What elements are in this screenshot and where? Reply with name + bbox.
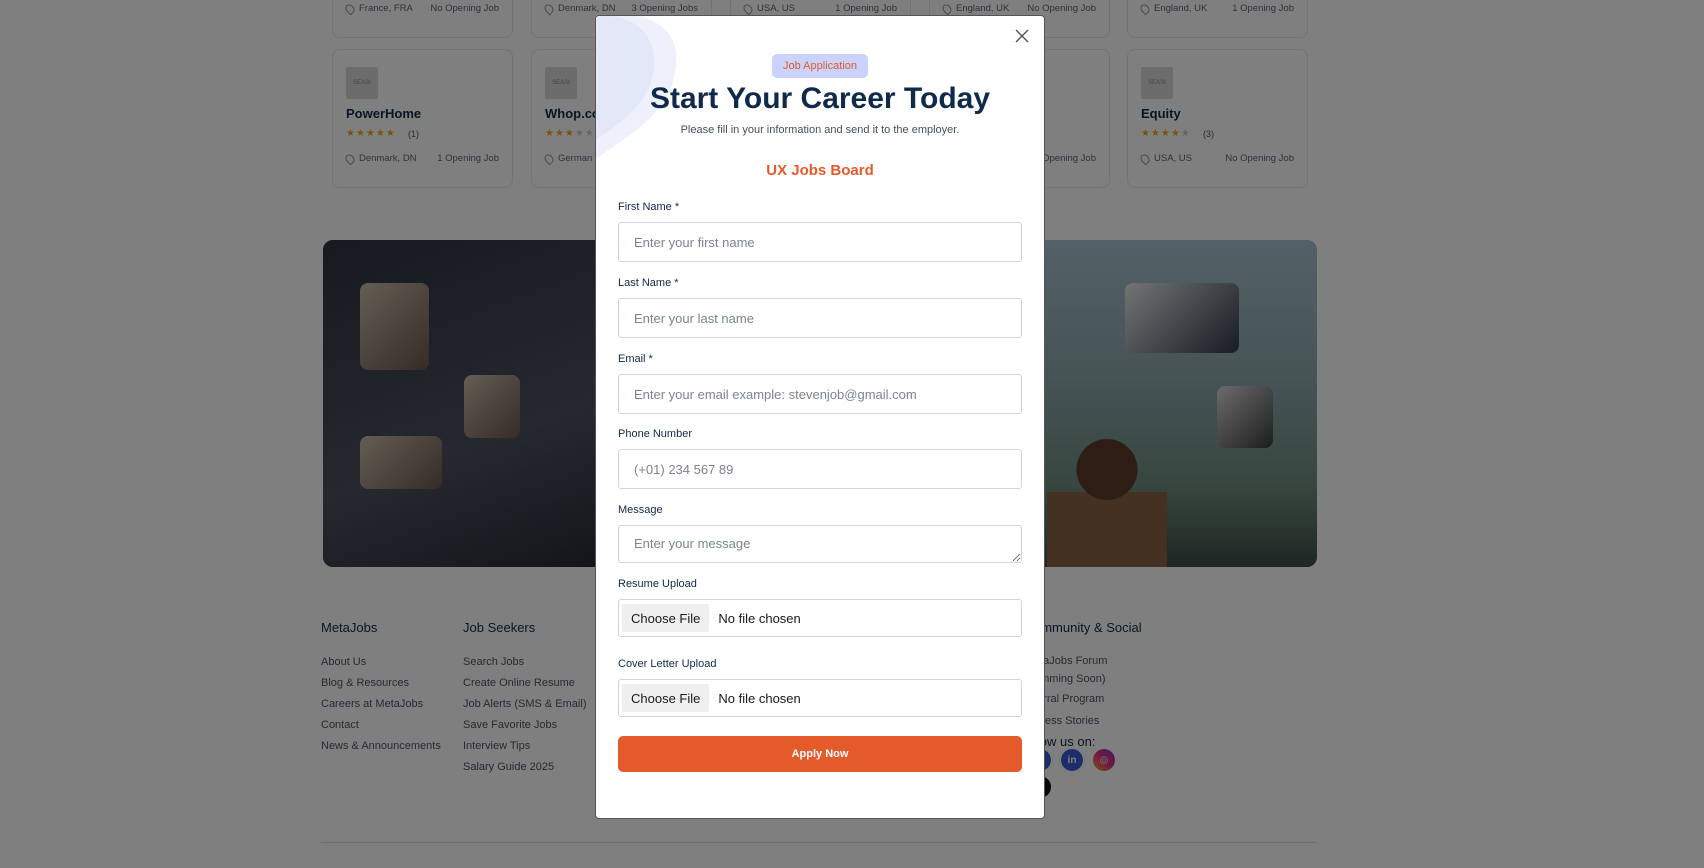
last-name-input[interactable]	[618, 298, 1022, 338]
close-button[interactable]	[1010, 24, 1034, 48]
phone-label: Phone Number	[618, 428, 692, 440]
email-input[interactable]	[618, 374, 1022, 414]
first-name-input[interactable]	[618, 222, 1022, 262]
resume-upload-label: Resume Upload	[618, 578, 697, 590]
message-label: Message	[618, 504, 663, 516]
modal-subtitle: Please fill in your information and send…	[680, 124, 960, 136]
resume-upload-input[interactable]: Choose File No file chosen	[618, 599, 1022, 637]
cover-letter-choose-file-button[interactable]: Choose File	[622, 684, 710, 712]
employer-name: UX Jobs Board	[766, 162, 874, 179]
message-textarea[interactable]	[618, 525, 1022, 563]
job-application-modal: Job Application Start Your Career Today …	[595, 15, 1045, 819]
email-label: Email *	[618, 353, 653, 365]
resume-choose-file-button[interactable]: Choose File	[622, 604, 710, 632]
resume-file-status: No file chosen	[718, 610, 801, 626]
modal-title: Start Your Career Today	[649, 82, 991, 115]
last-name-label: Last Name *	[618, 277, 679, 289]
cover-letter-file-status: No file chosen	[718, 690, 801, 706]
phone-input[interactable]	[618, 449, 1022, 489]
cover-letter-upload-label: Cover Letter Upload	[618, 658, 717, 670]
first-name-label: First Name *	[618, 201, 680, 213]
apply-now-button[interactable]: Apply Now	[618, 736, 1022, 772]
job-application-badge: Job Application	[772, 54, 868, 78]
cover-letter-upload-input[interactable]: Choose File No file chosen	[618, 679, 1022, 717]
close-icon	[1015, 29, 1029, 43]
